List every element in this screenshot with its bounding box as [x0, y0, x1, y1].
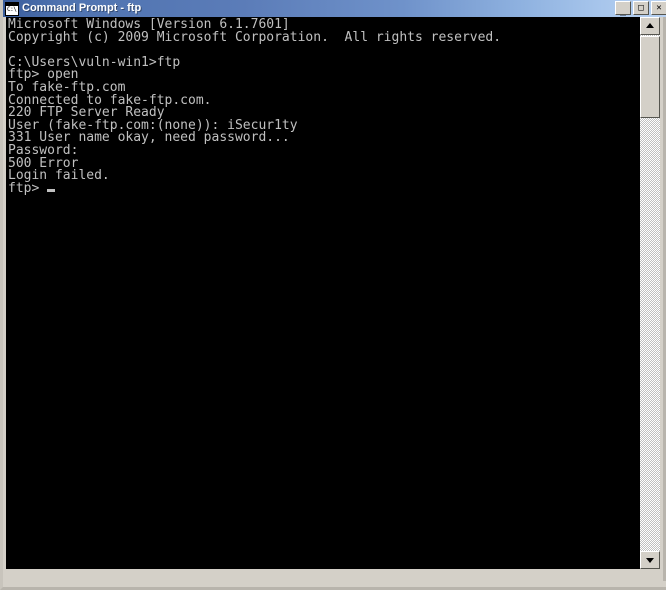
scroll-down-arrow-icon — [646, 558, 654, 563]
console-line: Copyright (c) 2009 Microsoft Corporation… — [8, 29, 502, 45]
maximize-icon: □ — [638, 3, 644, 13]
close-button[interactable]: ✕ — [651, 1, 666, 15]
window-bottom-edge — [3, 581, 666, 587]
vertical-scrollbar[interactable] — [640, 17, 660, 569]
command-prompt-window: Command Prompt - ftp _ □ ✕ Microsoft Win… — [0, 0, 666, 590]
console-line: ftp> — [8, 182, 643, 196]
scrollbar-thumb[interactable] — [640, 36, 660, 118]
console-line: 331 User name okay, need password... — [8, 130, 290, 146]
scroll-up-button[interactable] — [640, 17, 660, 35]
maximize-button[interactable]: □ — [633, 1, 649, 15]
scroll-up-arrow-icon — [646, 23, 654, 28]
close-icon: ✕ — [656, 3, 662, 13]
scroll-down-button[interactable] — [640, 551, 660, 569]
console-line: C:\Users\vuln-win1>ftp — [8, 54, 181, 70]
text-cursor — [47, 188, 56, 192]
command-prompt-icon — [5, 1, 19, 16]
window-controls: _ □ ✕ — [615, 1, 666, 16]
minimize-button[interactable]: _ — [615, 1, 631, 16]
minimize-icon: _ — [619, 5, 627, 16]
title-bar[interactable]: Command Prompt - ftp _ □ ✕ — [3, 0, 666, 17]
console-line: Password: — [8, 142, 79, 158]
console-output-area[interactable]: Microsoft Windows [Version 6.1.7601] Copy… — [6, 17, 643, 569]
console-line: Login failed. — [8, 168, 110, 184]
window-title: Command Prompt - ftp — [22, 2, 142, 14]
